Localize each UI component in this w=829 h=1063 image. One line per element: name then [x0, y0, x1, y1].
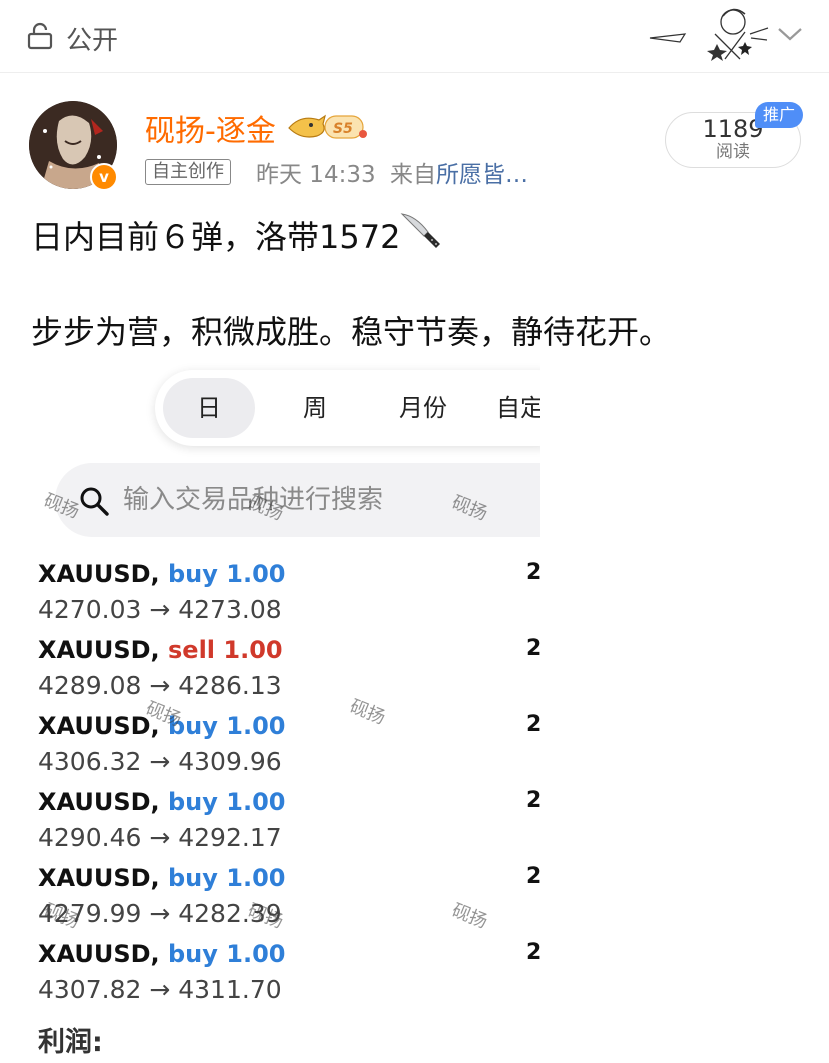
- kitchen-knife-icon: [400, 213, 440, 248]
- trade-row[interactable]: XAUUSD, buy 1.00 4306.32 → 4309.96 2(: [38, 712, 540, 788]
- trade-close-price: 4273.08: [178, 595, 282, 624]
- trade-open-price: 4290.46: [38, 823, 142, 852]
- trade-date-cut: 2(: [526, 864, 540, 889]
- trade-row[interactable]: XAUUSD, buy 1.00 4270.03 → 4273.08 2(: [38, 560, 540, 636]
- tab-custom[interactable]: 自定: [485, 370, 540, 446]
- read-count-label: 阅读: [716, 142, 750, 162]
- trade-lots: 1.00: [226, 864, 286, 892]
- author-name[interactable]: 砚扬-逐金: [145, 106, 276, 150]
- trade-date-cut: 2(: [526, 940, 540, 965]
- trade-open-price: 4270.03: [38, 595, 142, 624]
- trade-symbol: XAUUSD,: [38, 788, 160, 816]
- trade-symbol: XAUUSD,: [38, 560, 160, 588]
- source-link[interactable]: 所愿皆…: [436, 162, 528, 188]
- promo-badge[interactable]: 推广: [755, 102, 804, 128]
- trade-open-price: 4289.08: [38, 671, 142, 700]
- trade-close-price: 4309.96: [178, 747, 282, 776]
- lock-icon: [27, 22, 53, 50]
- trade-row[interactable]: XAUUSD, buy 1.00 4290.46 → 4292.17 2(: [38, 788, 540, 864]
- trade-date-cut: 2(: [526, 712, 540, 737]
- trade-lots: 1.00: [226, 712, 286, 740]
- trade-side: buy: [168, 864, 218, 892]
- trade-lots: 1.00: [226, 940, 286, 968]
- trade-close-price: 4311.70: [178, 975, 282, 1004]
- trade-side: sell: [168, 636, 216, 664]
- trade-symbol: XAUUSD,: [38, 636, 160, 664]
- trade-date-cut: 2(: [526, 788, 540, 813]
- arrow-icon: →: [149, 823, 171, 852]
- vip-badge: S5: [288, 114, 367, 139]
- arrow-icon: →: [149, 899, 171, 928]
- tab-day[interactable]: 日: [163, 378, 255, 438]
- trade-symbol: XAUUSD,: [38, 712, 160, 740]
- trade-lots: 1.00: [226, 788, 286, 816]
- arrow-icon: →: [149, 975, 171, 1004]
- profit-label: 利润:: [38, 1027, 103, 1058]
- trade-side: buy: [168, 788, 218, 816]
- trade-symbol: XAUUSD,: [38, 864, 160, 892]
- source-prefix: 来自: [390, 162, 436, 188]
- tab-month[interactable]: 月份: [383, 370, 463, 446]
- arrow-icon: →: [149, 595, 171, 624]
- trade-close-price: 4286.13: [178, 671, 282, 700]
- trade-open-price: 4307.82: [38, 975, 142, 1004]
- trade-lots: 1.00: [223, 636, 283, 664]
- trade-date-cut: 2(: [526, 636, 540, 661]
- trade-lots: 1.00: [226, 560, 286, 588]
- arrow-icon: →: [149, 747, 171, 776]
- trade-close-price: 4292.17: [178, 823, 282, 852]
- trade-row[interactable]: XAUUSD, sell 1.00 4289.08 → 4286.13 2(: [38, 636, 540, 712]
- trade-side: buy: [168, 560, 218, 588]
- tab-week[interactable]: 周: [275, 370, 355, 446]
- vip-badge-text: S5: [333, 121, 353, 137]
- chevron-down-icon[interactable]: [775, 22, 805, 46]
- post-text-line2: 步步为营，积微成胜。稳守节奏，静待花开。: [31, 313, 672, 351]
- original-tag: 自主创作: [145, 159, 231, 185]
- post-source: 来自所愿皆…: [390, 155, 528, 189]
- search-icon: [80, 487, 109, 516]
- trade-open-price: 4306.32: [38, 747, 142, 776]
- post-time: 昨天 14:33: [256, 162, 376, 188]
- post-image-screenshot[interactable]: 日 周 月份 自定 XAUUSD, buy 1.00 4270.03 → 427…: [0, 360, 540, 1063]
- decoration-art-icon: [649, 8, 769, 61]
- post-text-line1: 日内目前６弹，洛带1572: [31, 218, 401, 256]
- verified-badge-icon: v: [90, 163, 118, 191]
- trade-row[interactable]: XAUUSD, buy 1.00 4307.82 → 4311.70 2(: [38, 940, 540, 1016]
- period-tabs: 日 周 月份 自定: [155, 370, 540, 446]
- trade-date-cut: 2(: [526, 560, 540, 585]
- trade-symbol: XAUUSD,: [38, 940, 160, 968]
- visibility-label[interactable]: 公开: [66, 20, 118, 57]
- trade-side: buy: [168, 940, 218, 968]
